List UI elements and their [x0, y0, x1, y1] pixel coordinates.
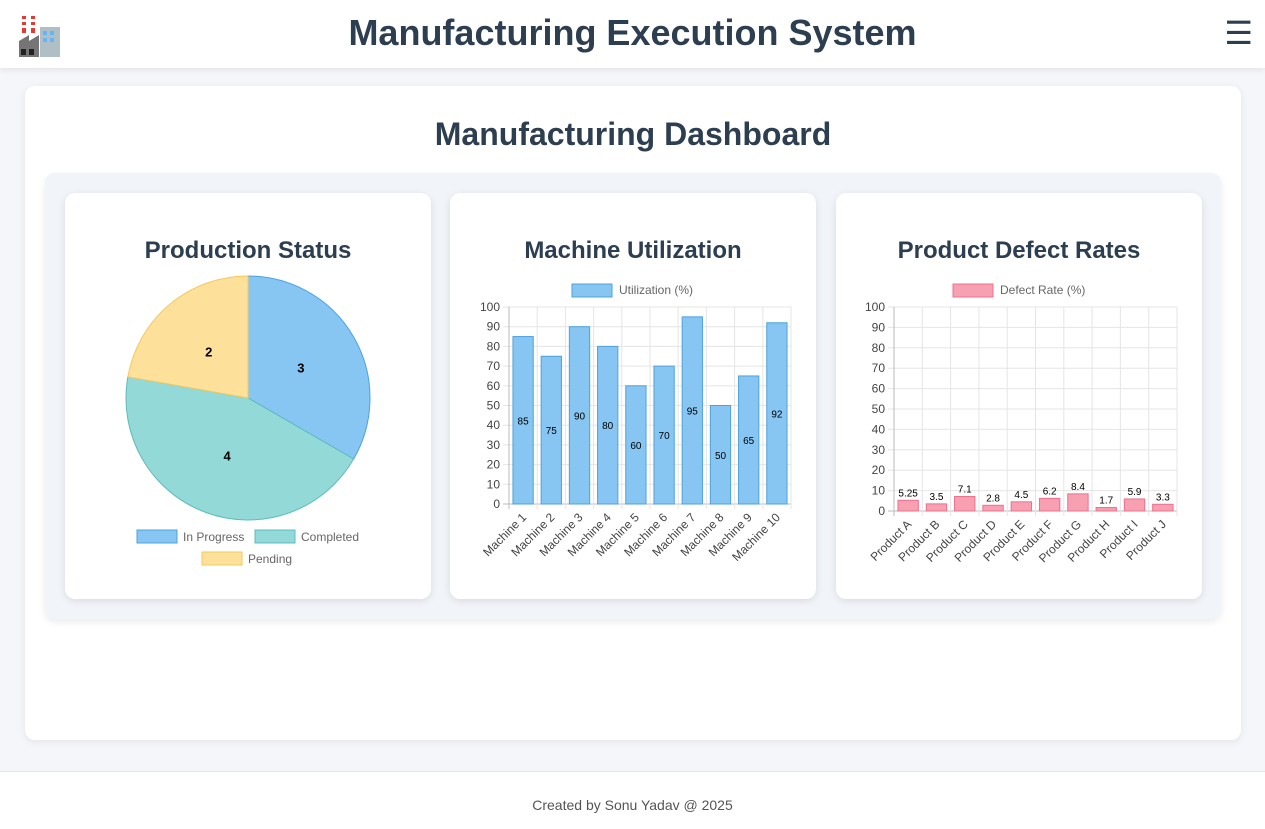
pie-slice-label: 4 [224, 448, 232, 463]
y-tick-label: 90 [487, 320, 501, 334]
top-header: Manufacturing Execution System ☰ [0, 0, 1265, 68]
bar-data-label: 2.8 [986, 493, 1000, 504]
charts-container: Production Status 3 4 2 In Progress Complete… [45, 173, 1221, 619]
legend-swatch [571, 283, 613, 298]
bar-data-label: 65 [743, 436, 755, 447]
bar [897, 499, 919, 512]
bar [982, 504, 1004, 512]
footer-credit: Created by Sonu Yadav @ 2025 [532, 797, 733, 813]
y-tick-label: 0 [493, 497, 500, 511]
bar-data-label: 1.7 [1099, 496, 1113, 507]
bar-data-label: 90 [574, 411, 586, 422]
y-tick-label: 60 [872, 382, 886, 396]
bar-data-label: 5.9 [1128, 487, 1142, 498]
legend-label: Pending [248, 552, 292, 566]
bar [1067, 493, 1089, 512]
pie-slice-label: 2 [205, 344, 212, 359]
dashboard-panel: Manufacturing Dashboard Production Statu… [25, 86, 1241, 740]
y-tick-label: 20 [872, 463, 886, 477]
y-tick-label: 60 [487, 379, 501, 393]
legend-swatch [136, 529, 178, 544]
legend-label: Utilization (%) [619, 283, 693, 297]
pie-slice-label: 3 [297, 361, 304, 376]
y-tick-label: 30 [487, 438, 501, 452]
y-tick-label: 0 [878, 504, 885, 518]
bar-data-label: 3.5 [929, 492, 943, 503]
bar-data-label: 60 [630, 441, 642, 452]
product-defect-chart: 0 10 20 30 40 50 60 70 80 90 100 Defect Rate (%) 5.2… [865, 283, 1178, 565]
y-tick-label: 10 [872, 484, 886, 498]
y-tick-label: 40 [487, 418, 501, 432]
legend-swatch [254, 529, 296, 544]
bar-data-label: 80 [602, 421, 614, 432]
bar [954, 496, 976, 512]
y-tick-label: 80 [872, 341, 886, 355]
bar-data-label: 75 [546, 426, 558, 437]
y-tick-label: 100 [480, 300, 500, 314]
bar-data-label: 7.1 [958, 485, 972, 496]
bar [1010, 501, 1033, 512]
y-tick-label: 30 [872, 443, 886, 457]
production-status-card: Production Status 3 4 2 In Progress Complete… [65, 193, 431, 599]
footer: Created by Sonu Yadav @ 2025 [0, 771, 1265, 829]
dashboard-title: Manufacturing Dashboard [434, 116, 832, 152]
machine-utilization-card: Machine Utilization 0 10 20 30 40 50 60 70 80 90 1… [450, 193, 816, 599]
bar [1152, 503, 1174, 512]
y-tick-label: 20 [487, 458, 501, 472]
y-tick-label: 10 [487, 477, 501, 491]
app-title: Manufacturing Execution System [348, 12, 917, 53]
product-defect-card: Product Defect Rates 0 10 20 30 40 50 60 70 80 90… [836, 193, 1202, 599]
bar [1123, 498, 1146, 512]
legend-swatch [201, 551, 243, 566]
bar-data-label: 85 [518, 416, 530, 427]
y-tick-label: 100 [865, 300, 885, 314]
legend-swatch [952, 283, 994, 298]
machine-utilization-chart: 0102030405060708090100Utilization (%)85M… [480, 283, 792, 564]
y-tick-label: 70 [872, 361, 886, 375]
pie-slice-pending [127, 275, 249, 399]
bar-data-label: 3.3 [1156, 492, 1170, 503]
y-tick-label: 70 [487, 359, 501, 373]
legend-label: Completed [301, 530, 359, 544]
legend-label: In Progress [183, 530, 244, 544]
y-tick-label: 50 [487, 399, 501, 413]
bar [1095, 507, 1117, 512]
legend-label: Defect Rate (%) [1000, 283, 1085, 297]
bar-data-label: 8.4 [1071, 482, 1085, 493]
y-tick-label: 80 [487, 339, 501, 353]
hamburger-menu-icon[interactable]: ☰ [1224, 14, 1253, 52]
bar-data-label: 4.5 [1014, 490, 1028, 501]
bar-data-label: 50 [715, 451, 727, 462]
bar [925, 503, 948, 512]
bar-data-label: 92 [771, 409, 783, 420]
production-status-chart: 3 4 2 In Progress Completed Pending [125, 275, 371, 566]
bar-data-label: 95 [687, 406, 699, 417]
bar-data-label: 5.25 [898, 488, 918, 499]
bar-data-label: 70 [659, 431, 671, 442]
bar [1038, 497, 1061, 512]
y-tick-label: 40 [872, 422, 886, 436]
y-tick-label: 90 [872, 320, 886, 334]
bar-data-label: 6.2 [1043, 486, 1057, 497]
y-tick-label: 50 [872, 402, 886, 416]
